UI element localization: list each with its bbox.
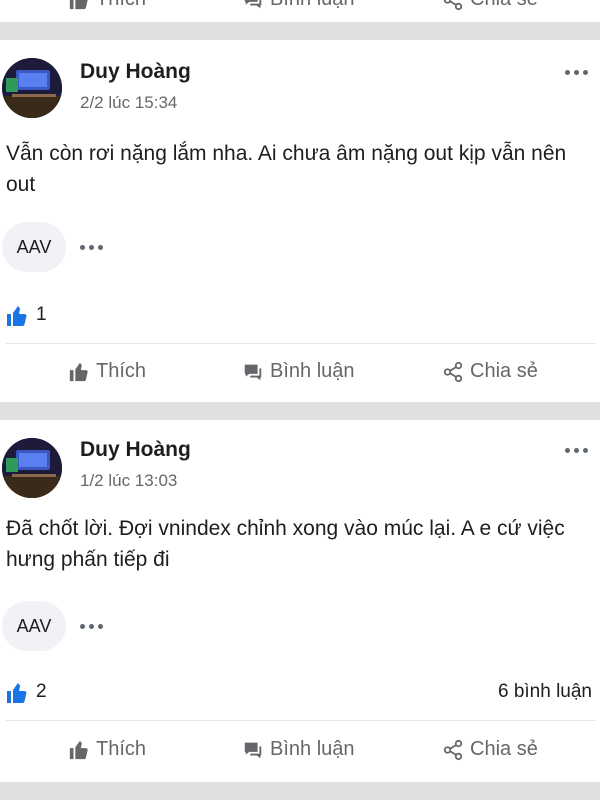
share-button[interactable]: Chia sẻ	[442, 360, 538, 383]
share-label: Chia sẻ	[470, 360, 538, 382]
tag-more-button[interactable]	[80, 243, 106, 251]
post-content: Đã chốt lời. Đợi vnindex chỉnh xong vào …	[6, 517, 565, 571]
comment-label: Bình luận	[270, 360, 355, 382]
stock-tag[interactable]: AAV	[2, 222, 66, 272]
more-dots-icon	[564, 69, 570, 75]
comment-button[interactable]: Bình luận	[242, 0, 355, 11]
like-label: Thích	[96, 0, 146, 11]
divider	[6, 720, 596, 721]
avatar[interactable]	[2, 438, 62, 498]
post-content: Vẫn còn rơi nặng lắm nha. Ai chưa âm nặn…	[6, 142, 567, 196]
like-button[interactable]: Thích	[68, 738, 146, 761]
share-icon	[442, 739, 464, 761]
like-reaction-icon	[5, 681, 29, 705]
more-dots-icon	[564, 447, 570, 453]
share-label: Chia sẻ	[470, 738, 538, 760]
like-count[interactable]: 2	[36, 681, 47, 703]
comment-button[interactable]: Bình luận	[242, 360, 355, 383]
share-button[interactable]: Chia sẻ	[442, 738, 538, 761]
comment-bubble-icon	[242, 0, 264, 11]
comment-button[interactable]: Bình luận	[242, 738, 355, 761]
post-timestamp[interactable]: 1/2 lúc 13:03	[80, 471, 177, 491]
post-author[interactable]: Duy Hoàng	[80, 60, 191, 84]
share-icon	[442, 361, 464, 383]
divider	[6, 343, 596, 344]
like-count[interactable]: 1	[36, 304, 47, 326]
more-options-button[interactable]	[562, 68, 590, 76]
post-timestamp[interactable]: 2/2 lúc 15:34	[80, 93, 177, 113]
comment-bubble-icon	[242, 361, 264, 383]
post-separator	[0, 402, 600, 420]
post-separator	[0, 782, 600, 800]
more-dots-icon	[80, 623, 85, 629]
more-options-button[interactable]	[562, 446, 590, 454]
like-button[interactable]: Thích	[68, 0, 146, 11]
like-label: Thích	[96, 360, 147, 382]
share-label: Chia sẻ	[470, 0, 538, 11]
comment-count[interactable]: 6 bình luận	[498, 681, 592, 703]
thumbs-up-icon	[68, 361, 90, 383]
share-button[interactable]: Chia sẻ	[442, 0, 538, 11]
thumbs-up-icon	[68, 0, 90, 11]
like-reaction-icon	[5, 304, 29, 328]
previous-post-action-bar: Thích Bình luận Chia sẻ	[0, 0, 600, 22]
comment-label: Bình luận	[270, 738, 355, 760]
post-author[interactable]: Duy Hoàng	[80, 438, 191, 462]
share-icon	[442, 0, 464, 11]
comment-label: Bình luận	[270, 0, 355, 11]
avatar[interactable]	[2, 58, 62, 118]
post-card: Duy Hoàng 2/2 lúc 15:34 Vẫn còn rơi nặng…	[0, 40, 600, 402]
more-dots-icon	[80, 244, 85, 250]
thumbs-up-icon	[68, 739, 90, 761]
tag-more-button[interactable]	[80, 622, 106, 630]
comment-bubble-icon	[242, 739, 264, 761]
like-label: Thích	[96, 738, 147, 760]
like-button[interactable]: Thích	[68, 360, 146, 383]
post-separator	[0, 22, 600, 40]
post-card: Duy Hoàng 1/2 lúc 13:03 Đã chốt lời. Đợi…	[0, 420, 600, 782]
stock-tag[interactable]: AAV	[2, 601, 66, 651]
